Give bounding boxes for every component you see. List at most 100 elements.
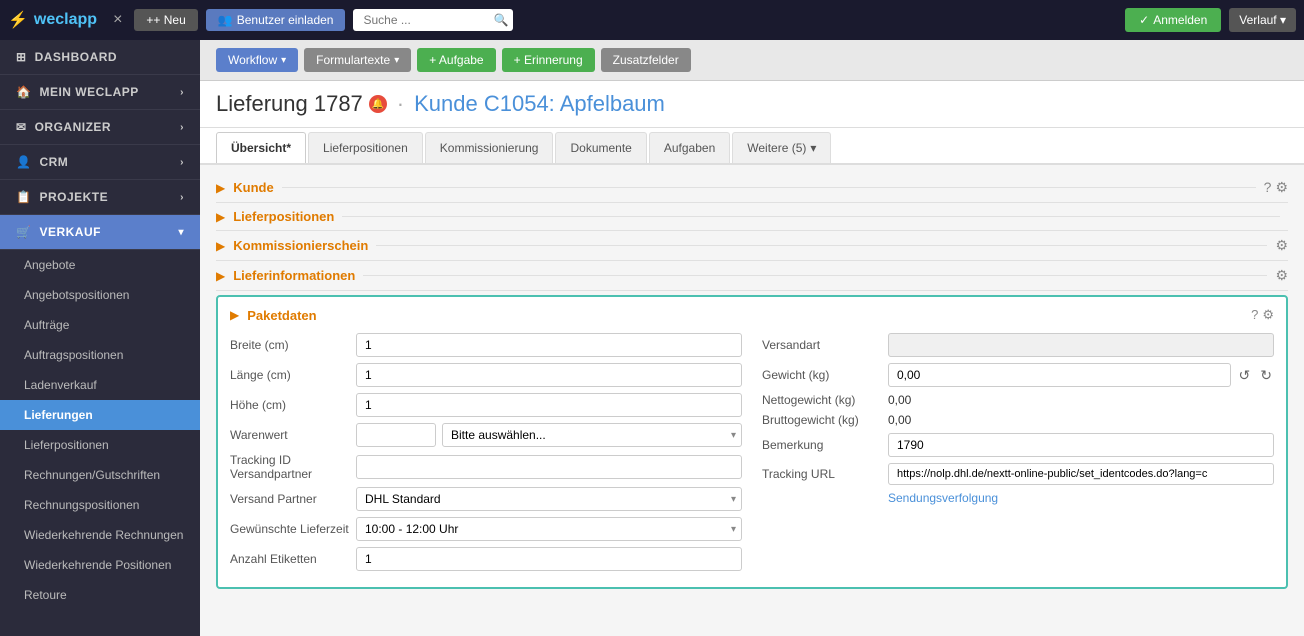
title-prefix: Lieferung 1787 (216, 91, 363, 117)
zusatzfelder-button[interactable]: Zusatzfelder (601, 48, 691, 72)
formulartexte-button[interactable]: Formulartexte ▾ (304, 48, 411, 72)
sidebar-sub-ladenverkauf[interactable]: Ladenverkauf (0, 370, 200, 400)
paketdaten-header: ▶ Paketdaten ? ⚙ (230, 307, 1274, 323)
calculate-icon[interactable]: ↻ (1258, 365, 1274, 386)
versandart-input[interactable] (888, 333, 1274, 357)
search-input[interactable] (363, 13, 493, 27)
top-nav: ⚡ weclapp × + + Neu 👥 Benutzer einladen … (0, 0, 1304, 40)
warenwert-select[interactable]: Bitte auswählen... (442, 423, 742, 447)
laenge-input[interactable] (356, 363, 742, 387)
bruttogewicht-label: Bruttogewicht (kg) (762, 413, 882, 427)
search-icon: 🔍 (493, 13, 508, 27)
new-button[interactable]: + + Neu (134, 9, 197, 31)
section-kunde[interactable]: ▶ Kunde ? ⚙ (216, 173, 1288, 203)
notification-badge: 🔔 (369, 95, 387, 113)
sidebar-sub-auftragspositionen[interactable]: Auftragspositionen (0, 340, 200, 370)
breite-row: Breite (cm) (230, 333, 742, 357)
bruttogewicht-row: Bruttogewicht (kg) 0,00 (762, 413, 1274, 427)
content-area: Workflow ▾ Formulartexte ▾ + Aufgabe + E… (200, 40, 1304, 636)
help-icon[interactable]: ? (1264, 179, 1272, 196)
anmelden-button[interactable]: ✓ Anmelden (1125, 8, 1221, 32)
section-lieferpositionen[interactable]: ▶ Lieferpositionen (216, 203, 1288, 231)
sidebar-item-crm[interactable]: 👤 CRM › (0, 145, 200, 180)
section-kommissionierschein[interactable]: ▶ Kommissionierschein ⚙ (216, 231, 1288, 261)
breite-input[interactable] (356, 333, 742, 357)
paketdaten-icons: ? ⚙ (1251, 307, 1274, 323)
sidebar-item-projekte[interactable]: 📋 PROJEKTE › (0, 180, 200, 215)
sidebar-sub-angebotspositionen[interactable]: Angebotspositionen (0, 280, 200, 310)
tracking-url-row: Tracking URL (762, 463, 1274, 485)
new-icon: + (146, 13, 153, 27)
sidebar-sub-rechnungspositionen[interactable]: Rechnungspositionen (0, 490, 200, 520)
gear-icon[interactable]: ⚙ (1275, 237, 1288, 254)
versandart-row: Versandart (762, 333, 1274, 357)
gear-icon[interactable]: ⚙ (1262, 307, 1274, 323)
sidebar-item-mein-weclapp[interactable]: 🏠 MEIN WECLAPP › (0, 75, 200, 110)
page-title: Lieferung 1787 🔔 · Kunde C1054: Apfelbau… (216, 91, 1288, 117)
hoehe-input[interactable] (356, 393, 742, 417)
sidebar-sub-wiederkehrende-positionen[interactable]: Wiederkehrende Positionen (0, 550, 200, 580)
tracking-url-input[interactable] (888, 463, 1274, 485)
help-icon[interactable]: ? (1251, 307, 1258, 323)
search-box[interactable]: 🔍 (353, 9, 513, 31)
tab-weitere[interactable]: Weitere (5) ▾ (732, 132, 831, 163)
paketdaten-section: ▶ Paketdaten ? ⚙ Breite (cm) (216, 295, 1288, 589)
paketdaten-title: Paketdaten (247, 308, 316, 323)
chevron-icon: › (180, 87, 184, 98)
verlauf-button[interactable]: Verlauf ▾ (1229, 8, 1296, 32)
lieferzeit-select[interactable]: 10:00 - 12:00 Uhr (356, 517, 742, 541)
sidebar-sub-retoure[interactable]: Retoure (0, 580, 200, 610)
expand-icon: ▶ (216, 269, 225, 283)
aufgabe-button[interactable]: + Aufgabe (417, 48, 495, 72)
gear-icon[interactable]: ⚙ (1275, 179, 1288, 196)
warenwert-label: Warenwert (230, 428, 350, 442)
sidebar-sub-rechnungen[interactable]: Rechnungen/Gutschriften (0, 460, 200, 490)
section-lieferinformationen[interactable]: ▶ Lieferinformationen ⚙ (216, 261, 1288, 291)
close-button[interactable]: × (113, 11, 122, 29)
expand-icon: ▶ (216, 210, 225, 224)
sidebar-sub-angebote[interactable]: Angebote (0, 250, 200, 280)
customer-link[interactable]: Kunde C1054: Apfelbaum (414, 91, 665, 117)
sidebar-sub-auftraege[interactable]: Aufträge (0, 310, 200, 340)
gewicht-input[interactable] (888, 363, 1231, 387)
sendungsverfolgung-link[interactable]: Sendungsverfolgung (888, 491, 998, 505)
anzahl-etiketten-input[interactable] (356, 547, 742, 571)
sections-container: ▶ Kunde ? ⚙ ▶ Lieferpositionen ▶ Kommiss… (200, 165, 1304, 636)
warenwert-input[interactable] (356, 423, 436, 447)
mail-icon: ✉ (16, 120, 27, 134)
sidebar-sub-lieferpositionen[interactable]: Lieferpositionen (0, 430, 200, 460)
warenwert-row: Warenwert Bitte auswählen... ▾ (230, 423, 742, 447)
invite-user-button[interactable]: 👥 Benutzer einladen (206, 9, 346, 31)
gear-icon[interactable]: ⚙ (1275, 267, 1288, 284)
bruttogewicht-value: 0,00 (888, 413, 911, 427)
form-right-col: Versandart Gewicht (kg) ↺ ↻ Nettogewicht… (762, 333, 1274, 577)
hoehe-row: Höhe (cm) (230, 393, 742, 417)
tab-dokumente[interactable]: Dokumente (555, 132, 646, 163)
workflow-button[interactable]: Workflow ▾ (216, 48, 298, 72)
sidebar-sub-lieferungen[interactable]: Lieferungen (0, 400, 200, 430)
tab-lieferpositionen[interactable]: Lieferpositionen (308, 132, 423, 163)
sidebar-sub-wiederkehrende-rechnungen[interactable]: Wiederkehrende Rechnungen (0, 520, 200, 550)
versandart-label: Versandart (762, 338, 882, 352)
dot-separator: · (397, 91, 404, 117)
sidebar-item-verkauf[interactable]: 🛒 VERKAUF ▾ (0, 215, 200, 250)
chevron-down-icon: ▾ (178, 227, 184, 238)
reset-icon[interactable]: ↺ (1237, 365, 1253, 386)
sidebar-item-dashboard[interactable]: ⊞ DASHBOARD (0, 40, 200, 75)
bemerkung-input[interactable] (888, 433, 1274, 457)
tab-kommissionierung[interactable]: Kommissionierung (425, 132, 554, 163)
section-title: Kunde (233, 180, 273, 195)
erinnerung-button[interactable]: + Erinnerung (502, 48, 595, 72)
versand-partner-select[interactable]: DHL Standard (356, 487, 742, 511)
tab-aufgaben[interactable]: Aufgaben (649, 132, 730, 163)
versand-partner-label: Versand Partner (230, 492, 350, 506)
sidebar: ⊞ DASHBOARD 🏠 MEIN WECLAPP › ✉ ORGANIZER… (0, 40, 200, 636)
lieferzeit-row: Gewünschte Lieferzeit 10:00 - 12:00 Uhr … (230, 517, 742, 541)
tracking-id-input[interactable] (356, 455, 742, 479)
sidebar-item-organizer[interactable]: ✉ ORGANIZER › (0, 110, 200, 145)
divider (342, 216, 1280, 217)
logo: ⚡ weclapp (8, 10, 97, 30)
section-title: Kommissionierschein (233, 238, 368, 253)
action-toolbar: Workflow ▾ Formulartexte ▾ + Aufgabe + E… (200, 40, 1304, 81)
tab-uebersicht[interactable]: Übersicht* (216, 132, 306, 163)
